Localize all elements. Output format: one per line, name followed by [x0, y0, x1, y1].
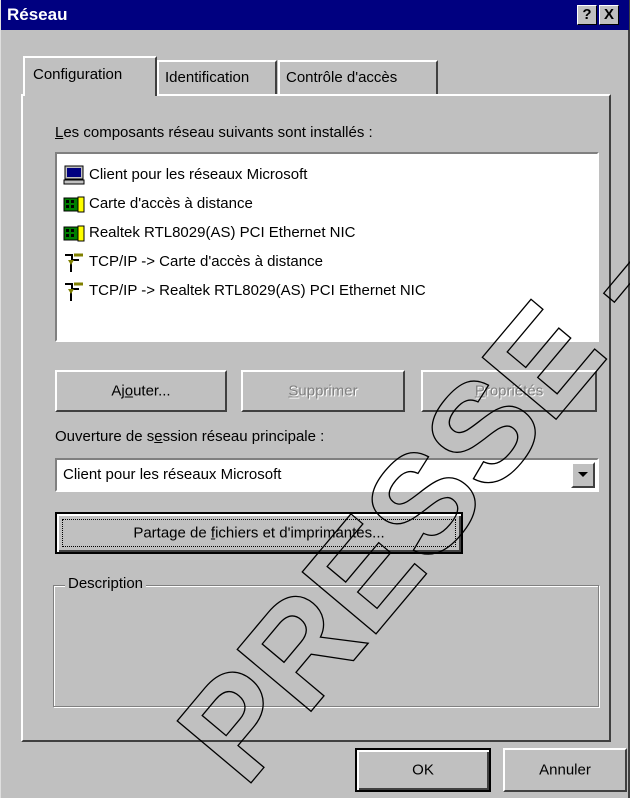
- primary-logon-select[interactable]: Client pour les réseaux Microsoft: [55, 458, 599, 492]
- description-groupbox: [53, 585, 599, 707]
- protocol-icon: [65, 253, 83, 272]
- ok-button[interactable]: OK: [355, 748, 491, 792]
- remove-button-label: Supprimer: [288, 382, 358, 400]
- tab-access-control-label: Contrôle d'accès: [286, 69, 398, 86]
- active-tab-joint: [25, 94, 155, 97]
- dropdown-button[interactable]: [571, 462, 595, 488]
- remove-button[interactable]: Supprimer: [241, 370, 405, 412]
- tab-identification[interactable]: Identification: [157, 60, 277, 94]
- properties-button[interactable]: Propriétés: [421, 370, 597, 412]
- primary-logon-label: Ouverture de session réseau principale :: [55, 428, 325, 445]
- protocol-icon: [65, 282, 83, 301]
- help-button[interactable]: ?: [577, 5, 597, 25]
- title-bar[interactable]: Réseau ? X: [1, 0, 629, 30]
- close-icon: X: [603, 6, 614, 23]
- add-button-label: Ajouter...: [111, 382, 171, 400]
- components-label: Les composants réseau suivants sont inst…: [55, 124, 373, 141]
- window-title: Réseau: [7, 5, 68, 24]
- list-item-label: TCP/IP -> Realtek RTL8029(AS) PCI Ethern…: [89, 282, 426, 299]
- network-dialog: Réseau ? X Configuration Identification …: [0, 0, 630, 798]
- file-printer-sharing-label: Partage de fichiers et d'imprimantes...: [133, 524, 385, 542]
- ok-button-label: OK: [412, 761, 434, 779]
- list-item-label: TCP/IP -> Carte d'accès à distance: [89, 253, 323, 270]
- tab-configuration[interactable]: Configuration: [23, 56, 157, 96]
- list-item-label: Carte d'accès à distance: [89, 195, 253, 212]
- list-item-label: Realtek RTL8029(AS) PCI Ethernet NIC: [89, 224, 356, 241]
- components-listbox[interactable]: Client pour les réseaux Microsoft Carte …: [55, 152, 599, 342]
- computer-icon: [63, 165, 85, 185]
- tab-configuration-label: Configuration: [33, 66, 123, 83]
- add-button[interactable]: Ajouter...: [55, 370, 227, 412]
- chevron-down-icon: [578, 472, 588, 477]
- properties-button-label: Propriétés: [474, 382, 544, 400]
- close-button[interactable]: X: [599, 5, 619, 25]
- primary-logon-value: Client pour les réseaux Microsoft: [63, 466, 282, 483]
- description-title: Description: [65, 575, 147, 592]
- file-printer-sharing-button[interactable]: Partage de fichiers et d'imprimantes...: [55, 512, 463, 554]
- cancel-button-label: Annuler: [539, 761, 591, 779]
- tab-identification-label: Identification: [165, 69, 250, 86]
- network-card-icon: [63, 225, 85, 242]
- tab-access-control[interactable]: Contrôle d'accès: [278, 60, 438, 94]
- components-label-text: es composants réseau suivants sont insta…: [63, 124, 373, 141]
- list-item-label: Client pour les réseaux Microsoft: [89, 166, 308, 183]
- network-card-icon: [63, 196, 85, 213]
- help-icon: ?: [582, 6, 592, 23]
- cancel-button[interactable]: Annuler: [503, 748, 627, 792]
